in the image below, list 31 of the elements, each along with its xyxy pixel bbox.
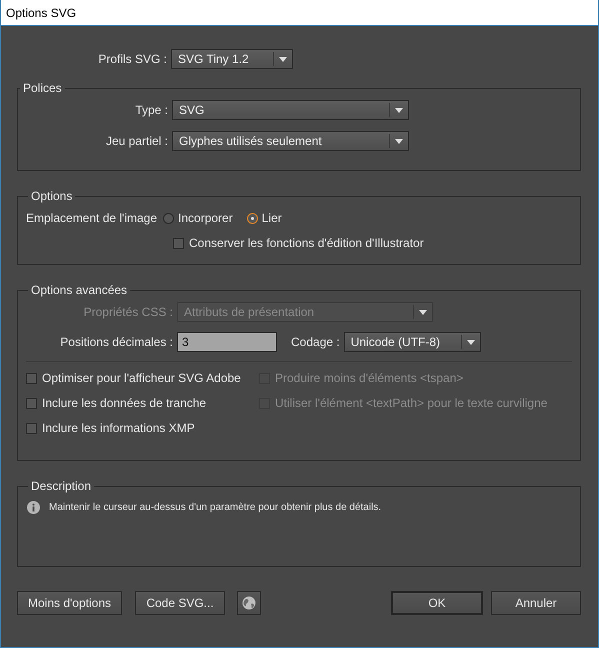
window-title: Options SVG bbox=[6, 6, 76, 20]
checkbox-option[interactable]: Conserver les fonctions d'édition d'Illustrator bbox=[173, 232, 572, 254]
field-label: Profils SVG : bbox=[97, 52, 167, 66]
dialog-button[interactable]: OK bbox=[391, 591, 483, 615]
globe-icon bbox=[242, 596, 256, 610]
dialog-button[interactable]: Moins d'options bbox=[17, 591, 122, 615]
dropdown[interactable]: Glyphes utilisés seulement bbox=[172, 131, 409, 151]
group-title: Options avancées bbox=[30, 283, 128, 297]
field-label: Jeu partiel : bbox=[104, 134, 168, 148]
group-title: Options bbox=[30, 189, 74, 203]
field-label: Propriétés CSS : bbox=[82, 305, 173, 319]
dialog-button[interactable]: Annuler bbox=[491, 591, 581, 615]
globe-button[interactable] bbox=[237, 591, 261, 615]
info-icon bbox=[27, 501, 40, 514]
field-label: Emplacement de l'image bbox=[26, 211, 158, 225]
decimals-field[interactable]: 3 bbox=[177, 332, 277, 352]
radio-option[interactable]: Lier bbox=[246, 211, 282, 225]
group-title: Description bbox=[30, 479, 92, 493]
field-label: Codage : bbox=[291, 335, 340, 349]
checkbox-option[interactable]: Inclure les informations XMP bbox=[26, 417, 259, 439]
dropdown[interactable]: SVG Tiny 1.2 bbox=[171, 49, 293, 69]
description-text: Maintenir le curseur au-dessus d'un paramètre pour obtenir plus de détails. bbox=[49, 502, 382, 513]
radio-option[interactable]: Incorporer bbox=[163, 211, 233, 225]
field-label: Positions décimales : bbox=[59, 335, 173, 349]
field-label: Type : bbox=[134, 103, 168, 117]
checkbox-option[interactable]: Optimiser pour l'afficheur SVG Adobe bbox=[26, 367, 259, 389]
dropdown[interactable]: Unicode (UTF-8) bbox=[344, 332, 481, 352]
dialog-button[interactable]: Code SVG... bbox=[135, 591, 225, 615]
checkbox-option[interactable]: Inclure les données de tranche bbox=[26, 392, 259, 414]
group-title: Polices bbox=[22, 81, 63, 95]
dropdown[interactable]: SVG bbox=[172, 100, 409, 120]
